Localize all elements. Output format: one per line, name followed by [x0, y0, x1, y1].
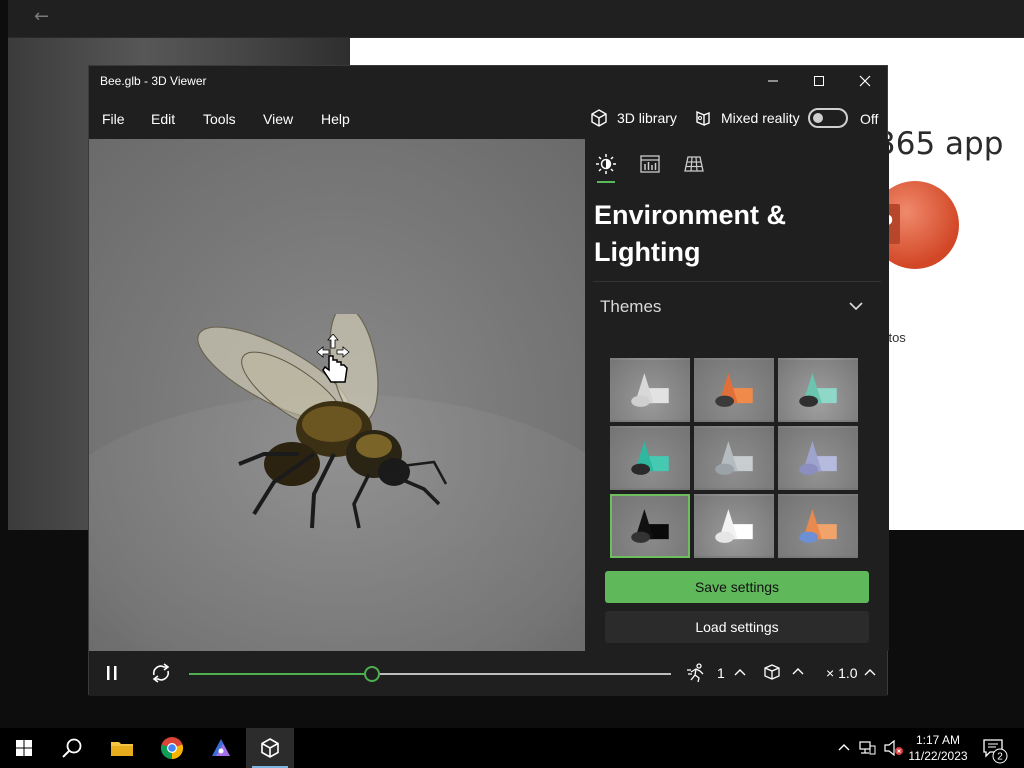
pause-icon[interactable]: [105, 664, 119, 682]
theme-preview-shapes: [715, 441, 753, 475]
theme-thumbnail-6[interactable]: [778, 426, 858, 490]
back-arrow-icon[interactable]: ←: [34, 6, 49, 27]
theme-thumbnail-3[interactable]: [778, 358, 858, 422]
start-button[interactable]: [0, 728, 48, 768]
running-figure-icon: [687, 663, 704, 683]
close-button[interactable]: [842, 66, 888, 97]
chevron-up-icon[interactable]: [838, 742, 850, 754]
themes-label: Themes: [600, 297, 662, 316]
theme-preview-shapes: [631, 509, 669, 543]
file-explorer-button[interactable]: [98, 728, 146, 768]
theme-preview-shapes: [715, 509, 753, 543]
network-icon[interactable]: [858, 740, 876, 756]
photos-icon: [212, 739, 230, 756]
load-settings-button[interactable]: Load settings: [605, 611, 869, 643]
theme-thumbnail-4[interactable]: [610, 426, 690, 490]
side-panel: Environment & Lighting Themes Save setti…: [585, 139, 889, 651]
clock-time: 1:17 AM: [915, 733, 961, 747]
theme-thumbnail-2[interactable]: [694, 358, 774, 422]
speed-label: × 1.0: [826, 665, 858, 681]
window-title: Bee.glb - 3D Viewer: [100, 74, 207, 88]
search-icon: [62, 738, 82, 758]
timeline-progress: [189, 673, 373, 675]
theme-preview-shapes: [799, 441, 837, 475]
clock[interactable]: 1:17 AM 11/22/2023: [906, 732, 970, 764]
animation-selector[interactable]: 1: [686, 663, 746, 683]
3d-viewport[interactable]: [89, 139, 585, 651]
system-tray: [838, 740, 904, 756]
save-settings-button[interactable]: Save settings: [605, 571, 869, 603]
theme-preview-shapes: [799, 373, 837, 407]
mixed-reality-icon: [696, 110, 710, 127]
speed-selector[interactable]: × 1.0: [826, 665, 876, 681]
render-mode-selector[interactable]: [762, 663, 804, 681]
animation-timeline[interactable]: [189, 666, 671, 682]
menu-help[interactable]: Help: [321, 111, 350, 127]
title-bar[interactable]: Bee.glb - 3D Viewer: [89, 66, 887, 97]
3d-viewer-icon: [261, 738, 279, 758]
chrome-button[interactable]: [148, 728, 196, 768]
active-tab-indicator: [597, 181, 615, 183]
panel-title: Environment & Lighting: [594, 200, 787, 267]
theme-preview-shapes: [631, 373, 669, 407]
wireframe-cube-icon: [764, 664, 780, 680]
menu-bar: File Edit Tools View Help 3D library Mix…: [89, 97, 887, 139]
background-app-title: 365 app: [876, 126, 1004, 162]
mixed-reality-button[interactable]: Mixed reality: [693, 105, 800, 131]
file-explorer-icon: [111, 742, 133, 756]
menu-view[interactable]: View: [263, 111, 293, 127]
cube-icon: [591, 109, 607, 127]
notification-count: 2: [997, 752, 1003, 763]
themes-expander[interactable]: Themes: [593, 282, 881, 330]
chevron-up-icon: [864, 669, 876, 676]
background-window-topbar: ←: [8, 0, 1024, 38]
chevron-up-icon: [792, 668, 804, 675]
photos-button[interactable]: [197, 728, 245, 768]
close-icon: [859, 75, 871, 87]
stats-icon[interactable]: [639, 153, 661, 175]
start-icon: [16, 740, 32, 756]
theme-grid: [610, 358, 862, 560]
theme-preview-shapes: [799, 509, 837, 543]
loop-icon[interactable]: [150, 663, 172, 683]
menu-file[interactable]: File: [102, 111, 125, 127]
chevron-down-icon: [849, 302, 863, 311]
mixed-reality-state: Off: [860, 111, 879, 127]
theme-thumbnail-9[interactable]: [778, 494, 858, 558]
theme-thumbnail-1[interactable]: [610, 358, 690, 422]
grid-icon[interactable]: [683, 153, 705, 175]
search-button[interactable]: [48, 728, 96, 768]
taskbar: 1:17 AM 11/22/2023 2: [0, 728, 1024, 768]
chrome-icon: [160, 737, 184, 760]
desktop: ← 365 app P hotos rs Bee.glb - 3D Viewer: [0, 0, 1024, 768]
theme-thumbnail-5[interactable]: [694, 426, 774, 490]
menu-edit[interactable]: Edit: [151, 111, 175, 127]
chevron-up-icon: [734, 669, 746, 676]
minimize-icon: [768, 80, 778, 82]
volume-muted-icon[interactable]: [884, 740, 904, 756]
minimize-button[interactable]: [750, 66, 796, 97]
notification-count-badge: 2: [992, 748, 1008, 764]
move-cursor-icon: [316, 334, 350, 383]
timeline-thumb[interactable]: [364, 666, 381, 682]
mixed-reality-label: Mixed reality: [721, 110, 800, 126]
maximize-button[interactable]: [796, 66, 842, 97]
3d-library-label: 3D library: [617, 110, 677, 126]
3d-viewer-window: Bee.glb - 3D Viewer File Edit Tools View…: [88, 65, 889, 696]
maximize-icon: [814, 76, 824, 86]
theme-preview-shapes: [631, 441, 669, 475]
toggle-knob: [813, 113, 823, 123]
3d-library-button[interactable]: 3D library: [589, 105, 677, 131]
theme-thumbnail-7[interactable]: [610, 494, 690, 558]
animation-count: 1: [717, 665, 725, 681]
animation-bar: 1 × 1.0: [89, 651, 887, 696]
theme-thumbnail-8[interactable]: [694, 494, 774, 558]
theme-preview-shapes: [715, 373, 753, 407]
menu-tools[interactable]: Tools: [203, 111, 236, 127]
mixed-reality-toggle[interactable]: [808, 108, 848, 128]
environment-lighting-icon[interactable]: [595, 153, 617, 175]
3d-viewer-taskbar-button[interactable]: [246, 728, 294, 768]
clock-date: 11/22/2023: [908, 749, 968, 763]
